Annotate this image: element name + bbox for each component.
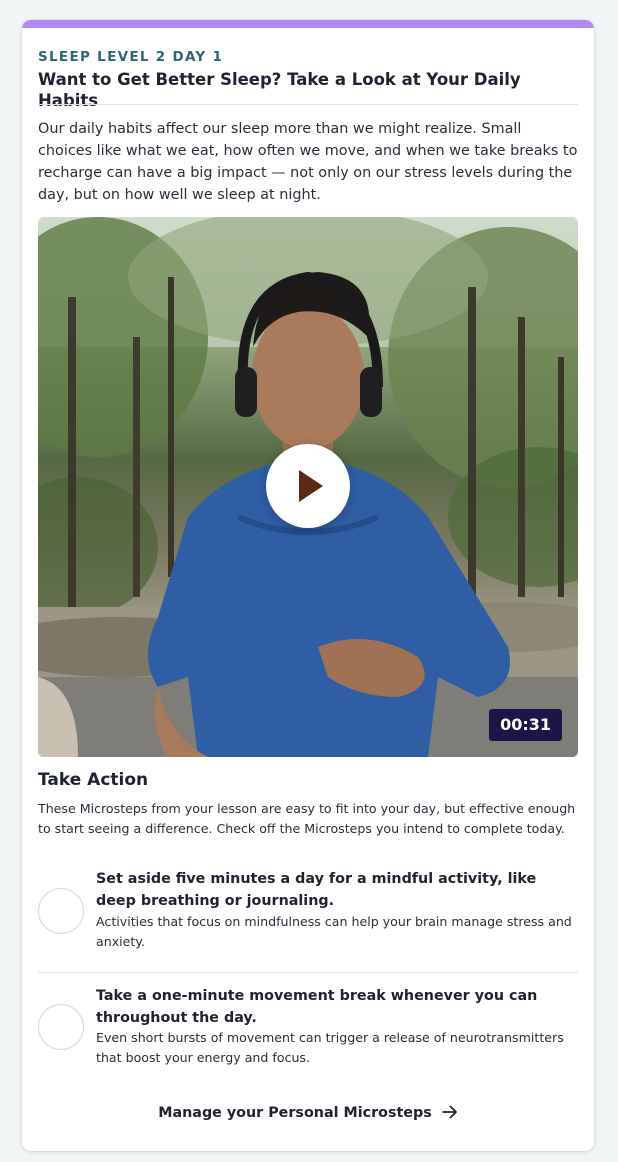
microstep-divider bbox=[38, 972, 578, 973]
microstep-checkbox[interactable] bbox=[38, 1004, 84, 1050]
microstep-checkbox[interactable] bbox=[38, 888, 84, 934]
video-player[interactable]: 00:31 bbox=[38, 217, 578, 757]
lesson-card: SLEEP LEVEL 2 DAY 1 Want to Get Better S… bbox=[22, 20, 594, 1151]
microstep-description: Even short bursts of movement can trigge… bbox=[96, 1030, 564, 1065]
arrow-right-icon bbox=[441, 1104, 458, 1124]
title-divider bbox=[38, 104, 578, 105]
play-button[interactable] bbox=[266, 444, 350, 528]
microstep-description: Activities that focus on mindfulness can… bbox=[96, 914, 572, 949]
lesson-intro: Our daily habits affect our sleep more t… bbox=[38, 121, 578, 203]
video-duration: 00:31 bbox=[489, 709, 562, 741]
lesson-eyebrow: SLEEP LEVEL 2 DAY 1 bbox=[38, 49, 224, 65]
take-action-description: These Microsteps from your lesson are ea… bbox=[38, 801, 576, 836]
take-action-title: Take Action bbox=[38, 770, 149, 790]
accent-bar bbox=[22, 20, 594, 28]
microstep-title: Set aside five minutes a day for a mindf… bbox=[96, 871, 537, 909]
manage-microsteps-link[interactable]: Manage your Personal Microsteps bbox=[38, 1104, 578, 1124]
manage-microsteps-label: Manage your Personal Microsteps bbox=[158, 1105, 432, 1121]
play-icon bbox=[299, 470, 323, 502]
microstep-title: Take a one-minute movement break wheneve… bbox=[96, 988, 538, 1026]
